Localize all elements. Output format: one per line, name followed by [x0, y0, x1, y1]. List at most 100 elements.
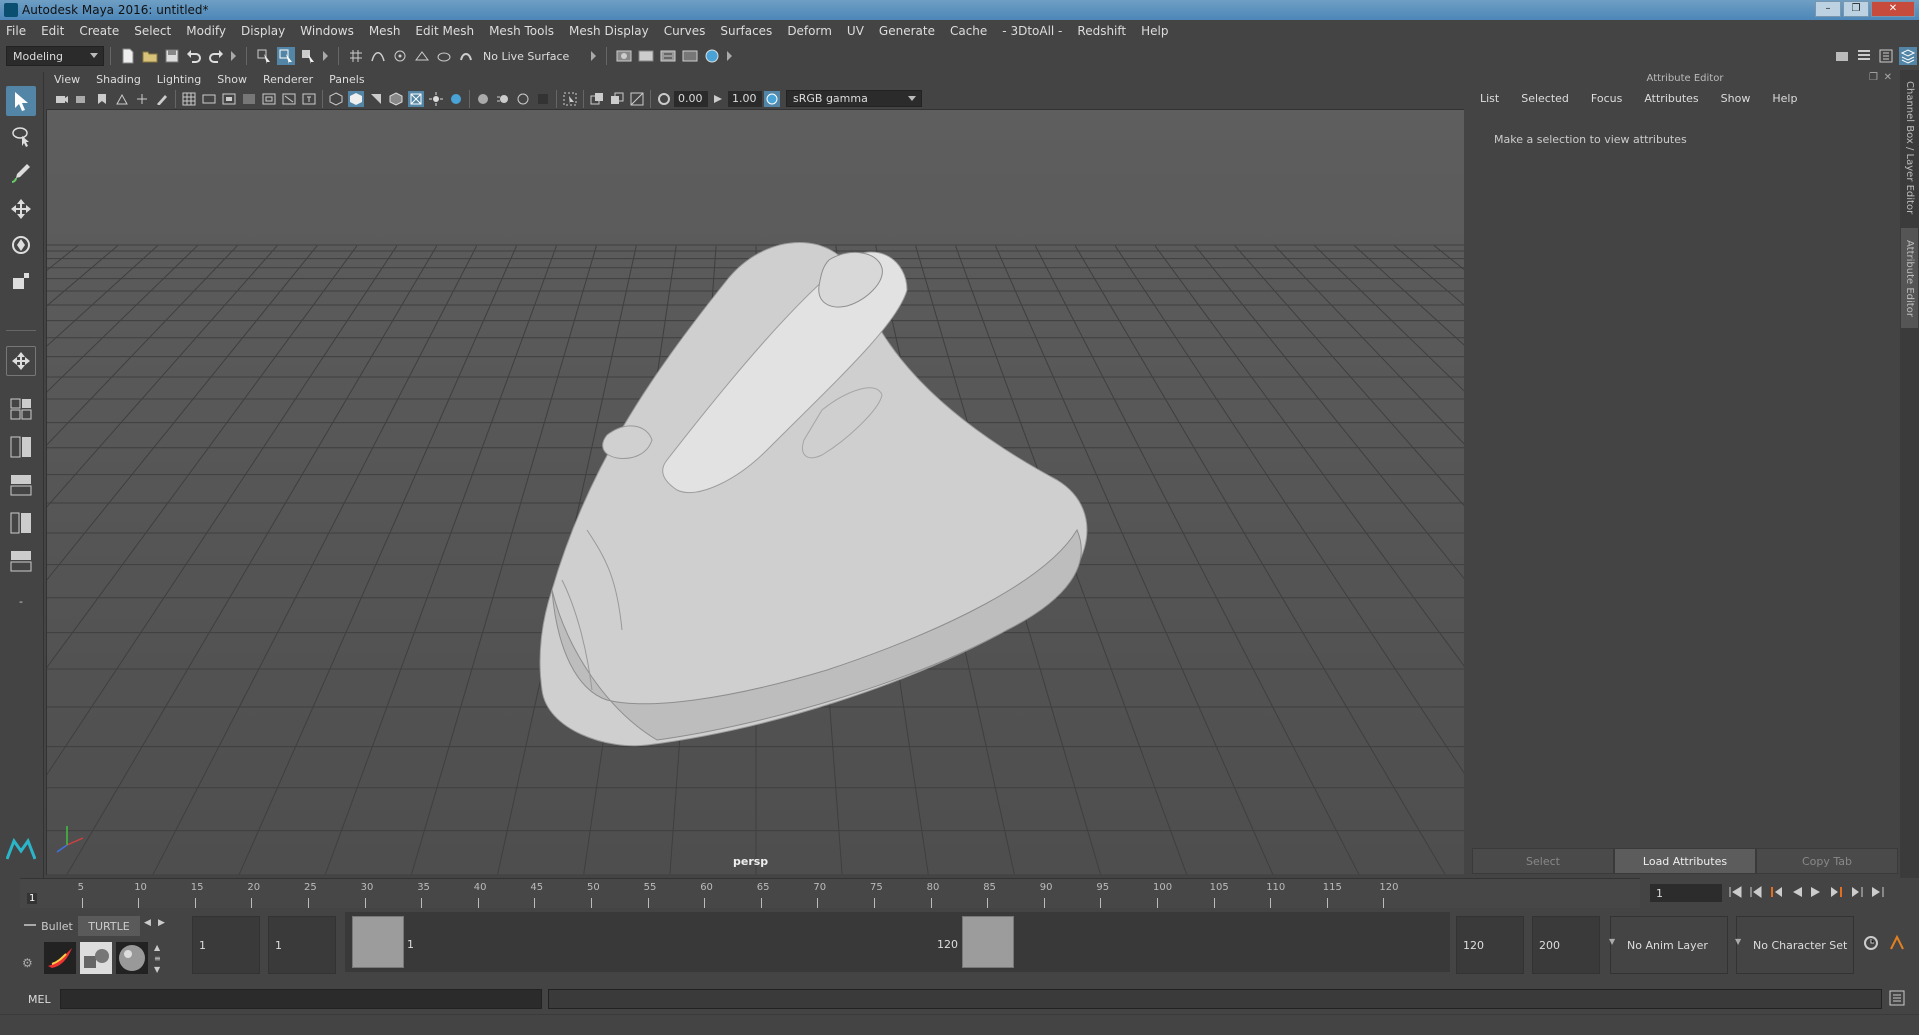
end-time-field[interactable]: 200: [1532, 916, 1600, 974]
menu-windows[interactable]: Windows: [300, 24, 354, 38]
menu-edit[interactable]: Edit: [41, 24, 64, 38]
exposure-icon[interactable]: [656, 91, 672, 107]
menu-surfaces[interactable]: Surfaces: [720, 24, 772, 38]
shadows-icon[interactable]: [448, 91, 464, 107]
script-editor-icon[interactable]: [1888, 989, 1906, 1010]
menu-mesh-display[interactable]: Mesh Display: [569, 24, 649, 38]
field-chart-icon[interactable]: [261, 91, 277, 107]
gate-mask-icon[interactable]: [241, 91, 257, 107]
menu-uv[interactable]: UV: [847, 24, 864, 38]
float-panel-icon[interactable]: ❐: [1869, 72, 1878, 83]
menu-cache[interactable]: Cache: [950, 24, 987, 38]
layout-hypershade-view-icon[interactable]: [6, 546, 36, 576]
menu-modify[interactable]: Modify: [186, 24, 226, 38]
layout-graph-view-icon[interactable]: [6, 470, 36, 500]
menu-deform[interactable]: Deform: [787, 24, 832, 38]
default-material-icon[interactable]: [368, 91, 384, 107]
command-input[interactable]: [60, 989, 542, 1009]
exposure-field[interactable]: 0.00: [674, 90, 708, 107]
menu-generate[interactable]: Generate: [879, 24, 935, 38]
select-hierarchy-icon[interactable]: [255, 47, 273, 65]
tab-channel-box[interactable]: Channel Box / Layer Editor: [1901, 78, 1918, 218]
start-time-field[interactable]: 1: [192, 916, 260, 974]
maximize-button[interactable]: ❐: [1843, 1, 1869, 17]
grease-pencil-icon[interactable]: [154, 91, 170, 107]
last-tool-icon[interactable]: [6, 346, 36, 376]
auto-key-icon[interactable]: [1862, 934, 1880, 955]
bookmark-icon[interactable]: [94, 91, 110, 107]
step-back-frame-icon[interactable]: [1770, 886, 1784, 901]
make-live-icon[interactable]: [457, 47, 475, 65]
ipr-render-icon[interactable]: [659, 47, 677, 65]
snap-point-icon[interactable]: [391, 47, 409, 65]
shelf-tab-turtle[interactable]: TURTLE: [78, 916, 140, 936]
outliner-toggle-icon[interactable]: [1855, 47, 1873, 65]
smooth-shade-icon[interactable]: [348, 90, 364, 107]
sphere-shelf-icon[interactable]: [116, 942, 148, 974]
gamma-icon[interactable]: [710, 91, 726, 107]
safe-title-icon[interactable]: [301, 91, 317, 107]
undo-icon[interactable]: [185, 47, 203, 65]
two-d-pan-icon[interactable]: [134, 91, 150, 107]
menu-redshift[interactable]: Redshift: [1077, 24, 1126, 38]
resolution-gate-icon[interactable]: [221, 91, 237, 107]
playback-start-field[interactable]: 1: [268, 916, 336, 974]
range-slider-bar[interactable]: 1 120: [345, 912, 1450, 972]
go-to-start-icon[interactable]: [1728, 885, 1742, 901]
save-scene-icon[interactable]: [163, 47, 181, 65]
play-backwards-icon[interactable]: [1791, 886, 1803, 901]
xray-icon[interactable]: [589, 91, 605, 107]
turtle-render-shelf-icon[interactable]: [80, 942, 112, 974]
select-tool-icon[interactable]: [6, 86, 36, 116]
lasso-tool-icon[interactable]: [6, 122, 36, 152]
tool-settings-toggle-icon[interactable]: [1877, 47, 1895, 65]
close-panel-icon[interactable]: ✕: [1884, 72, 1892, 83]
ae-menu-help[interactable]: Help: [1772, 92, 1797, 105]
render-view-icon[interactable]: [681, 47, 699, 65]
menu-curves[interactable]: Curves: [664, 24, 706, 38]
layout-collapse-icon[interactable]: -: [6, 586, 36, 616]
range-end-handle[interactable]: [962, 916, 1014, 968]
render-settings-icon[interactable]: [615, 47, 633, 65]
current-frame-field[interactable]: 1: [1650, 884, 1722, 902]
shelf-scroll-icon[interactable]: ▲ ≡ ▼: [154, 942, 161, 975]
rotate-tool-icon[interactable]: [6, 230, 36, 260]
color-management-icon[interactable]: [764, 90, 780, 107]
hypershade-icon[interactable]: [703, 47, 721, 65]
viewport-menu-renderer[interactable]: Renderer: [263, 73, 313, 86]
camera-attributes-icon[interactable]: [74, 91, 90, 107]
command-language-label[interactable]: MEL: [0, 993, 60, 1006]
new-scene-icon[interactable]: [119, 47, 137, 65]
shelf-prev-icon[interactable]: ◀: [144, 918, 151, 928]
ae-menu-selected[interactable]: Selected: [1521, 92, 1569, 105]
modeling-toolkit-icon[interactable]: [1833, 47, 1851, 65]
tab-attribute-editor[interactable]: Attribute Editor: [1901, 228, 1918, 328]
open-scene-icon[interactable]: [141, 47, 159, 65]
render-frame-icon[interactable]: [637, 47, 655, 65]
snap-curve-icon[interactable]: [369, 47, 387, 65]
ae-menu-attributes[interactable]: Attributes: [1644, 92, 1698, 105]
wireframe-on-shaded-icon[interactable]: [388, 91, 404, 107]
shelf-menu-icon[interactable]: [24, 924, 36, 926]
step-forward-key-icon[interactable]: [1850, 886, 1864, 901]
textured-icon[interactable]: [408, 90, 424, 107]
wireframe-icon[interactable]: [328, 91, 344, 107]
layout-two-view-icon[interactable]: [6, 432, 36, 462]
xray-joints-icon[interactable]: [609, 91, 625, 107]
fire-shelf-icon[interactable]: [44, 942, 76, 974]
paint-select-tool-icon[interactable]: [6, 158, 36, 188]
character-set-dropdown[interactable]: ▼ No Character Set: [1735, 916, 1854, 974]
channel-box-toggle-icon[interactable]: [1899, 47, 1917, 65]
viewport-menu-view[interactable]: View: [54, 73, 80, 86]
anti-aliasing-icon[interactable]: [515, 91, 531, 107]
safe-action-icon[interactable]: [281, 91, 297, 107]
range-start-handle[interactable]: [352, 916, 404, 968]
grid-toggle-icon[interactable]: [181, 91, 197, 107]
move-tool-icon[interactable]: [6, 194, 36, 224]
viewport-menu-show[interactable]: Show: [217, 73, 247, 86]
gamma-field[interactable]: 1.00: [728, 90, 762, 107]
perspective-viewport[interactable]: persp: [46, 110, 1464, 875]
isolate-select-icon[interactable]: [562, 91, 578, 107]
depth-of-field-icon[interactable]: [535, 91, 551, 107]
film-gate-icon[interactable]: [201, 91, 217, 107]
